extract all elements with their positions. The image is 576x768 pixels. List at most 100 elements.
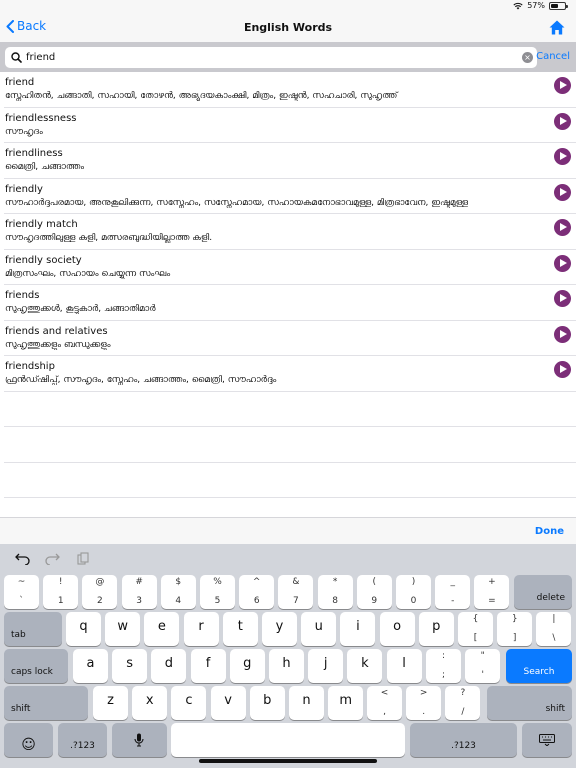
result-row[interactable]: friends സുഹൃത്തുക്കൾ, കൂട്ടുകാർ, ചങ്ങാതിമ… bbox=[4, 285, 576, 321]
key-5[interactable]: % 5 bbox=[200, 575, 235, 609]
play-audio-icon[interactable] bbox=[554, 77, 571, 94]
play-audio-icon[interactable] bbox=[554, 325, 571, 343]
result-row[interactable]: friendship ഫ്രൻഡ്ഷിപ്പ്, സൗഹൃദം, സ്നേഹം, … bbox=[4, 356, 576, 392]
key-z[interactable]: z bbox=[93, 686, 128, 720]
key-e[interactable]: e bbox=[144, 612, 180, 646]
emoji-key[interactable]: ☺ bbox=[4, 723, 53, 757]
redo-icon[interactable] bbox=[45, 552, 60, 565]
result-row[interactable]: friend സ്നേഹിതൻ, ചങ്ങാതി, സഹായി, തോഴൻ, അഭ… bbox=[4, 72, 576, 108]
result-word: friendlessness bbox=[5, 112, 77, 124]
key-][interactable]: }] bbox=[497, 612, 533, 646]
key-=[interactable]: + = bbox=[474, 575, 510, 609]
key-f[interactable]: f bbox=[190, 649, 226, 683]
key-o[interactable]: o bbox=[379, 612, 415, 646]
key-j[interactable]: j bbox=[308, 649, 344, 683]
key-punct-0[interactable]: :; bbox=[426, 649, 461, 683]
key-punct-r4-1[interactable]: >. bbox=[406, 686, 442, 720]
shift-right-key[interactable]: shift bbox=[487, 686, 572, 720]
key-7[interactable]: & 7 bbox=[278, 575, 314, 609]
result-row[interactable]: friendliness മൈത്രി, ചങ്ങാത്തം bbox=[4, 143, 576, 179]
key-4[interactable]: $4 bbox=[160, 575, 196, 609]
key-r[interactable]: r bbox=[183, 612, 219, 646]
key-letter: p bbox=[432, 619, 441, 634]
done-button[interactable]: Done bbox=[535, 526, 564, 537]
paste-icon[interactable] bbox=[77, 552, 89, 565]
result-row[interactable]: friendly match സൗഹൃദത്തിലുള്ള കളി, മത്സരബ… bbox=[4, 214, 576, 250]
undo-icon[interactable] bbox=[15, 552, 30, 565]
result-word: friends bbox=[5, 290, 40, 301]
key-punct-r4-0[interactable]: <, bbox=[367, 686, 402, 720]
result-word: friendliness bbox=[5, 148, 63, 159]
shift-left-key[interactable]: shift bbox=[4, 686, 88, 720]
tab-key[interactable]: tab bbox=[4, 612, 62, 646]
key-p[interactable]: p bbox=[418, 612, 454, 646]
result-row[interactable]: friendlessness സൗഹൃദം bbox=[4, 108, 576, 143]
caps-lock-key[interactable]: caps lock bbox=[4, 649, 68, 683]
delete-key[interactable]: delete bbox=[514, 575, 572, 609]
dictation-key[interactable] bbox=[112, 723, 167, 757]
space-key[interactable] bbox=[171, 723, 405, 757]
wifi-icon bbox=[513, 2, 523, 9]
key-letter: w bbox=[117, 619, 128, 634]
key-`[interactable]: ~ ` bbox=[4, 575, 39, 609]
key-0[interactable]: ) 0 bbox=[396, 575, 431, 609]
play-audio-icon[interactable] bbox=[554, 290, 571, 307]
key-punct-1[interactable]: " ' bbox=[465, 649, 501, 683]
key-i[interactable]: i bbox=[340, 612, 376, 646]
key-letter: x bbox=[145, 693, 154, 708]
key-m[interactable]: m bbox=[328, 686, 364, 720]
key-w[interactable]: w bbox=[105, 612, 141, 646]
key-d[interactable]: d bbox=[151, 649, 187, 683]
cancel-button[interactable]: Cancel bbox=[536, 51, 570, 62]
key-lower: / bbox=[461, 707, 465, 717]
key-u[interactable]: u bbox=[301, 612, 337, 646]
play-audio-icon[interactable] bbox=[554, 361, 571, 378]
key-[[interactable]: {[ bbox=[458, 612, 493, 646]
key-k[interactable]: k bbox=[347, 649, 383, 683]
key-letter: n bbox=[302, 693, 311, 708]
key-h[interactable]: h bbox=[269, 649, 304, 683]
key-1[interactable]: ! 1 bbox=[43, 575, 79, 609]
key-x[interactable]: x bbox=[132, 686, 168, 720]
key-v[interactable]: v bbox=[210, 686, 246, 720]
play-audio-icon[interactable] bbox=[554, 112, 571, 130]
key-3[interactable]: #3 bbox=[121, 575, 157, 609]
key-letter: c bbox=[185, 693, 193, 708]
navigation-bar: Back English Words bbox=[0, 14, 576, 42]
key-letter: j bbox=[323, 656, 328, 671]
result-row[interactable]: friends and relatives സുഹൃത്തുക്കളും ബന്ധ… bbox=[4, 321, 576, 356]
result-row[interactable]: friendly സൗഹാർദ്ദപരമായ, അനുകൂലിക്കുന്ന, സ… bbox=[4, 179, 576, 214]
key-6[interactable]: ^ 6 bbox=[239, 575, 275, 609]
numbers-key-right[interactable]: .?123 bbox=[410, 723, 517, 757]
result-row[interactable]: friendly society മിത്രസംഘം, സഹായം ചെയ്യുന… bbox=[4, 250, 576, 285]
clear-text-icon[interactable]: × bbox=[522, 52, 533, 63]
key-g[interactable]: g bbox=[229, 649, 265, 683]
numbers-key-left[interactable]: .?123 bbox=[58, 723, 107, 757]
key-punct-r4-2[interactable]: ? / bbox=[445, 686, 481, 720]
key-8[interactable]: * 8 bbox=[317, 575, 353, 609]
key-s[interactable]: s bbox=[112, 649, 148, 683]
key-q[interactable]: q bbox=[66, 612, 101, 646]
key-a[interactable]: a bbox=[73, 649, 108, 683]
key-c[interactable]: c bbox=[171, 686, 207, 720]
key-t[interactable]: t bbox=[222, 612, 258, 646]
keyboard-shortcut-bar bbox=[0, 544, 576, 574]
play-audio-icon[interactable] bbox=[554, 148, 571, 165]
search-input[interactable] bbox=[26, 47, 522, 68]
play-audio-icon[interactable] bbox=[554, 254, 571, 272]
dismiss-keyboard-key[interactable] bbox=[522, 723, 572, 757]
key-l[interactable]: l bbox=[386, 649, 422, 683]
search-field[interactable]: × bbox=[5, 47, 537, 68]
key-n[interactable]: n bbox=[289, 686, 324, 720]
play-audio-icon[interactable] bbox=[554, 183, 571, 201]
search-key[interactable]: Search bbox=[506, 649, 572, 683]
key-b[interactable]: b bbox=[249, 686, 285, 720]
play-audio-icon[interactable] bbox=[554, 219, 571, 236]
key--[interactable]: _ - bbox=[435, 575, 471, 609]
key-2[interactable]: @2 bbox=[82, 575, 118, 609]
key-\[interactable]: | \ bbox=[536, 612, 572, 646]
home-button[interactable] bbox=[549, 20, 565, 39]
key-y[interactable]: y bbox=[262, 612, 297, 646]
key-upper: @ bbox=[95, 577, 105, 587]
key-9[interactable]: (9 bbox=[356, 575, 392, 609]
